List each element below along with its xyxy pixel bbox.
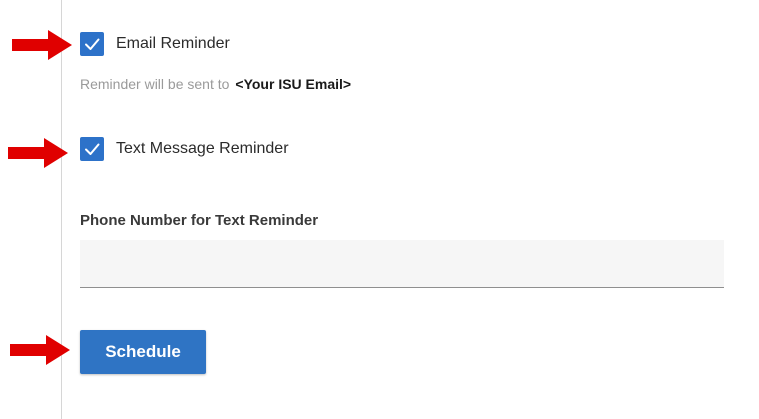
text-reminder-checkbox[interactable]: [80, 137, 104, 161]
email-reminder-checkbox[interactable]: [80, 32, 104, 56]
phone-number-input[interactable]: [80, 240, 724, 288]
reminder-form: Email Reminder Reminder will be sent to <…: [0, 0, 759, 419]
text-reminder-label[interactable]: Text Message Reminder: [116, 140, 289, 158]
phone-number-label: Phone Number for Text Reminder: [80, 212, 319, 229]
schedule-button[interactable]: Schedule: [80, 330, 206, 374]
email-reminder-hint: Reminder will be sent to <Your ISU Email>: [80, 76, 351, 92]
red-arrow-icon: [8, 136, 68, 170]
hint-email: <Your ISU Email>: [235, 76, 352, 92]
red-arrow-icon: [12, 28, 72, 62]
email-reminder-label[interactable]: Email Reminder: [116, 35, 230, 53]
checkmark-icon: [85, 143, 100, 155]
hint-text: Reminder will be sent to: [80, 76, 230, 92]
checkmark-icon: [85, 38, 100, 50]
red-arrow-icon: [10, 333, 70, 367]
